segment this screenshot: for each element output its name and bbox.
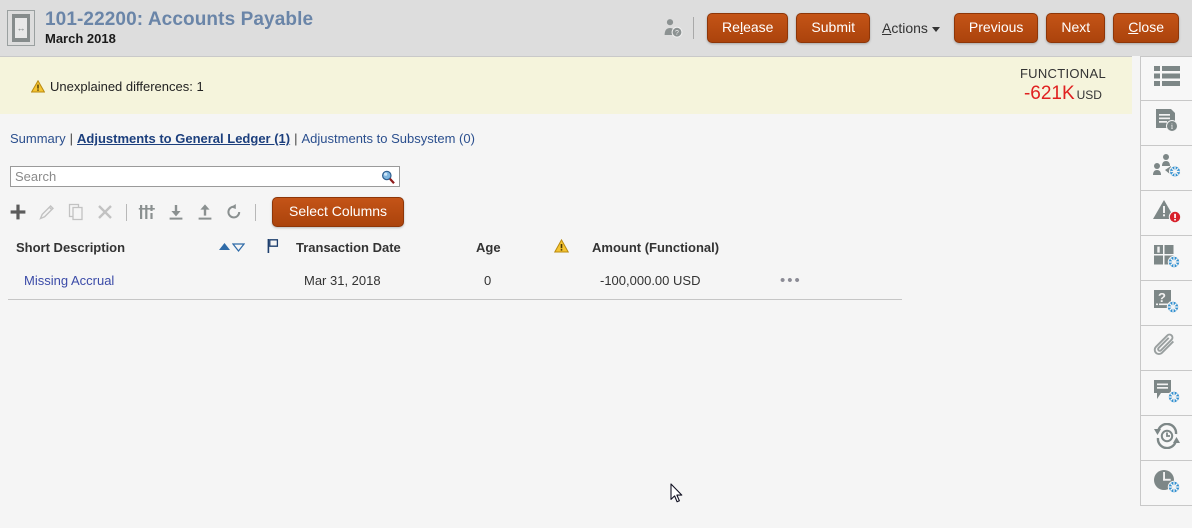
column-warning-icon[interactable]: [554, 239, 592, 256]
clock-settings-icon: [1152, 468, 1182, 499]
row-link-short-description[interactable]: Missing Accrual: [24, 273, 114, 288]
release-button-label: Release: [722, 19, 773, 35]
delete-icon: [95, 202, 115, 222]
sidebar-item-help[interactable]: ?: [1140, 281, 1192, 326]
freeze-columns-icon[interactable]: [137, 202, 157, 222]
collapse-panel-arrows: ↔: [15, 18, 27, 38]
warning-triangle-icon: [31, 80, 45, 96]
table-row[interactable]: Missing Accrual Mar 31, 2018 0 -100,000.…: [8, 262, 902, 300]
sidebar-item-comments[interactable]: [1140, 371, 1192, 416]
collapse-panel-icon[interactable]: ↔: [7, 10, 35, 46]
cell-age: 0: [484, 273, 562, 288]
search-box[interactable]: [10, 166, 400, 187]
next-button[interactable]: Next: [1046, 13, 1105, 43]
adjustments-table: Short Description Transaction Date: [0, 232, 910, 300]
alert-message-text: Unexplained differences: 1: [50, 79, 204, 94]
svg-text:?: ?: [675, 30, 679, 37]
add-icon[interactable]: [8, 202, 28, 222]
edit-pencil-icon: [37, 202, 57, 222]
application-window: ↔ 101-22200: Accounts Payable March 2018…: [0, 0, 1192, 528]
previous-button-label: Previous: [969, 19, 1023, 35]
sidebar-item-attachments[interactable]: [1140, 326, 1192, 371]
alert-warning-icon: [1152, 198, 1182, 229]
page-title: 101-22200: Accounts Payable: [45, 9, 313, 31]
sidebar-item-alerts[interactable]: [1140, 191, 1192, 236]
submit-button[interactable]: Submit: [796, 13, 870, 43]
collapse-panel-inner: ↔: [12, 14, 30, 42]
document-info-icon: i: [1153, 108, 1181, 139]
tab-separator-2: |: [294, 131, 297, 146]
tab-separator-1: |: [70, 131, 73, 146]
paperclip-icon: [1153, 333, 1181, 364]
question-settings-icon: ?: [1152, 288, 1182, 319]
people-settings-icon: [1152, 153, 1182, 184]
sort-descending-icon: [232, 241, 245, 253]
svg-text:?: ?: [1158, 290, 1166, 305]
page-header: ↔ 101-22200: Accounts Payable March 2018…: [0, 0, 1192, 56]
alert-bar: Unexplained differences: 1 FUNCTIONAL -6…: [0, 56, 1132, 114]
cell-short-description: Missing Accrual: [8, 273, 226, 288]
tab-summary[interactable]: Summary: [10, 131, 66, 146]
close-button-label: Close: [1128, 19, 1164, 35]
grid-toolbar: Select Columns: [8, 197, 404, 227]
comment-settings-icon: [1152, 378, 1182, 409]
cell-amount-functional: -100,000.00 USD: [600, 273, 780, 288]
sidebar-item-details[interactable]: i: [1140, 101, 1192, 146]
page-subtitle: March 2018: [45, 31, 313, 47]
flag-icon[interactable]: [266, 238, 296, 257]
sidebar-item-schedule[interactable]: [1140, 461, 1192, 506]
previous-button[interactable]: Previous: [954, 13, 1038, 43]
overflow-menu-icon[interactable]: •••: [780, 272, 802, 289]
sidebar-item-segments[interactable]: [1140, 236, 1192, 281]
table-header-row: Short Description Transaction Date: [0, 232, 910, 262]
toolbar-separator-1: [126, 204, 127, 221]
sidebar-item-assignments[interactable]: [1140, 146, 1192, 191]
main-content: Summary | Adjustments to General Ledger (1…: [0, 114, 1132, 528]
column-amount-functional[interactable]: Amount (Functional): [592, 240, 772, 255]
person-question-icon[interactable]: ?: [662, 17, 684, 39]
cell-transaction-date: Mar 31, 2018: [304, 273, 484, 288]
alert-message-row: Unexplained differences: 1: [31, 79, 204, 96]
sidebar-item-list[interactable]: [1140, 56, 1192, 101]
page-title-block: 101-22200: Accounts Payable March 2018: [45, 9, 313, 47]
functional-label: FUNCTIONAL: [1020, 65, 1106, 83]
search-input[interactable]: [11, 168, 371, 185]
column-transaction-date[interactable]: Transaction Date: [296, 240, 476, 255]
refresh-icon[interactable]: [224, 202, 244, 222]
list-view-icon: [1153, 64, 1181, 93]
sort-arrows-icon[interactable]: [218, 241, 266, 253]
functional-amount: -621KUSD: [1020, 83, 1106, 106]
select-columns-button[interactable]: Select Columns: [272, 197, 404, 227]
header-actions: ? Release Submit Actions Previous Next C…: [662, 13, 1192, 43]
sync-history-icon: [1152, 423, 1182, 454]
sidebar-item-history[interactable]: [1140, 416, 1192, 461]
select-columns-label: Select Columns: [289, 203, 387, 219]
next-button-label: Next: [1061, 19, 1090, 35]
copy-icon: [66, 202, 86, 222]
functional-value: -621K: [1024, 83, 1075, 104]
functional-currency: USD: [1077, 88, 1102, 102]
actions-menu-label: Actions: [882, 20, 928, 36]
right-sidebar: i: [1140, 56, 1192, 528]
tab-bar: Summary | Adjustments to General Ledger (1…: [10, 131, 475, 146]
actions-menu[interactable]: Actions: [882, 20, 940, 36]
column-short-description[interactable]: Short Description: [0, 240, 218, 255]
release-button[interactable]: Release: [707, 13, 788, 43]
toolbar-separator-2: [255, 204, 256, 221]
sort-ascending-icon: [218, 241, 231, 253]
panels-settings-icon: [1152, 243, 1182, 274]
chevron-down-icon: [932, 27, 940, 32]
tab-adjustments-subsystem[interactable]: Adjustments to Subsystem (0): [302, 131, 475, 146]
close-button[interactable]: Close: [1113, 13, 1179, 43]
upload-icon[interactable]: [195, 202, 215, 222]
functional-summary: FUNCTIONAL -621KUSD: [1020, 65, 1106, 106]
column-age[interactable]: Age: [476, 240, 554, 255]
tab-adjustments-general-ledger[interactable]: Adjustments to General Ledger (1): [77, 131, 290, 146]
download-icon[interactable]: [166, 202, 186, 222]
submit-button-label: Submit: [811, 19, 855, 35]
cell-row-menu: •••: [780, 272, 902, 289]
search-icon[interactable]: [381, 170, 395, 184]
header-separator: [693, 17, 694, 39]
